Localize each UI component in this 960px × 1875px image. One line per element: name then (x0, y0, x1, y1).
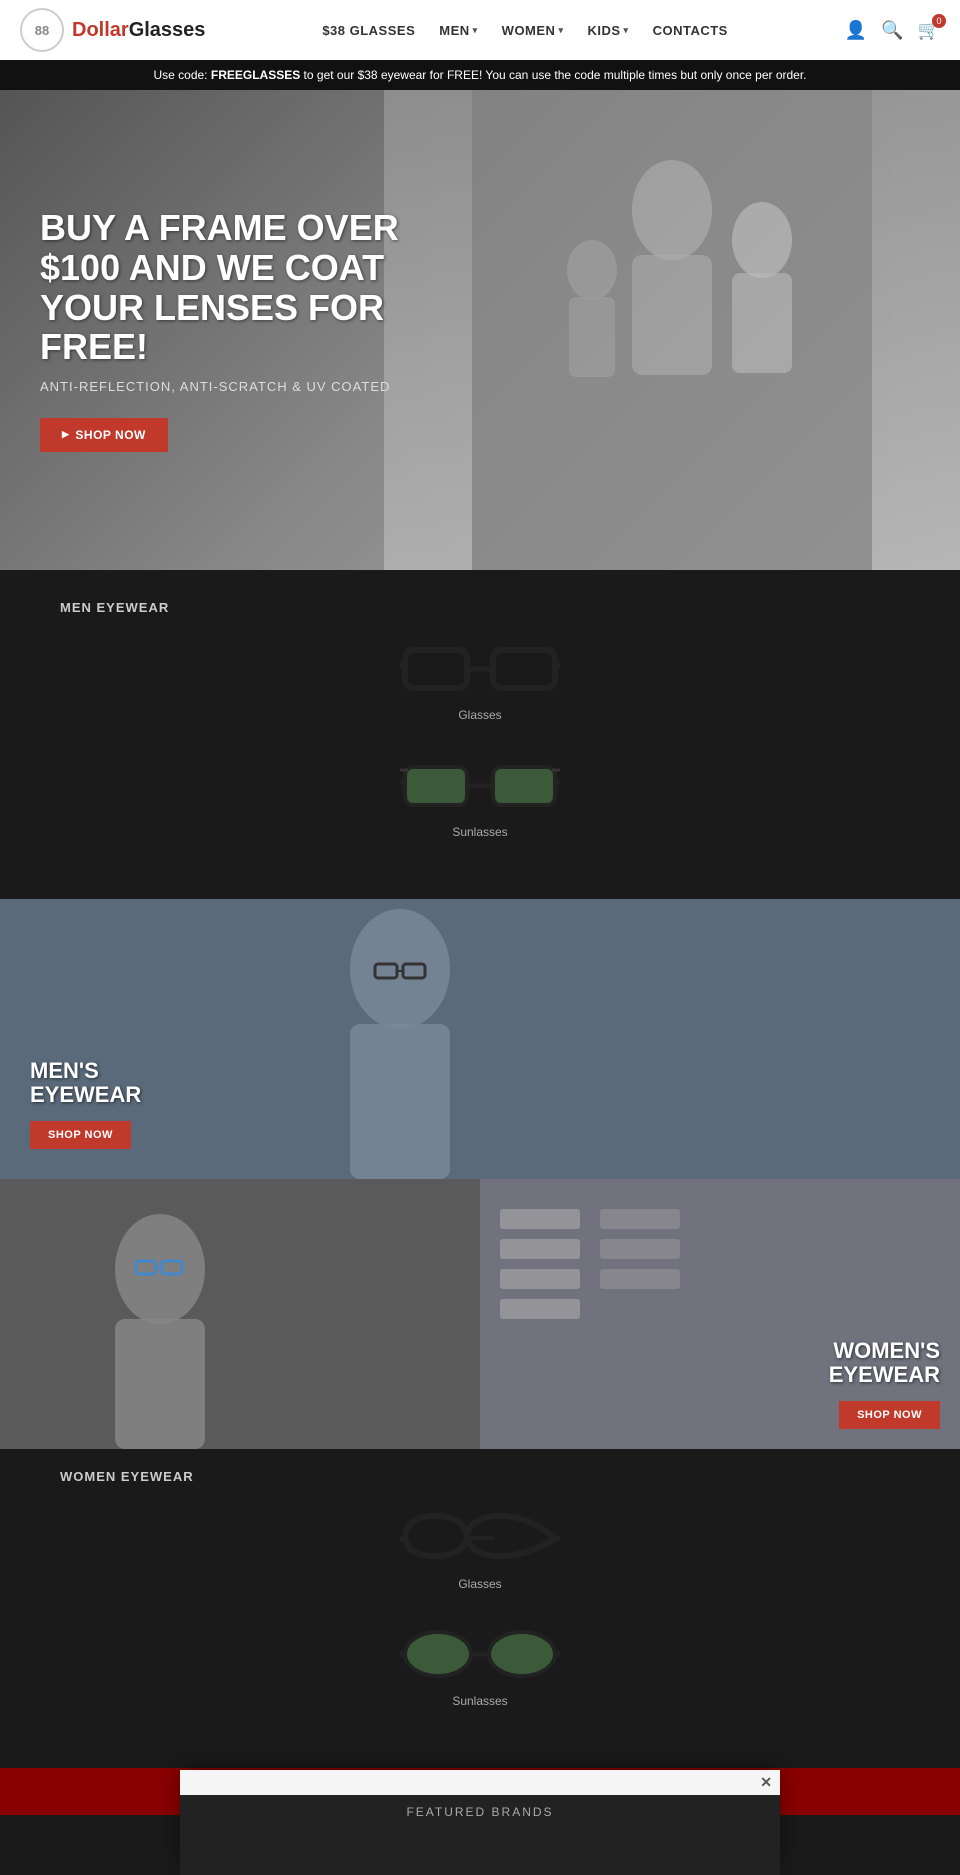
popup-body: FEATURED BRANDS (180, 1795, 780, 1875)
hero-section: BUY A FRAME OVER $100 AND WE COAT YOUR L… (0, 90, 960, 570)
nav-item-38glasses[interactable]: $38 GLASSES (322, 23, 415, 38)
men-eyewear-title: MEN EYEWEAR (60, 600, 900, 615)
logo-text: DollarGlasses (72, 19, 205, 42)
men-banner-background (0, 899, 960, 1179)
women-eyewear-title: WOMEN EYEWEAR (60, 1469, 900, 1484)
promo-code: FREEGLASSES (211, 68, 300, 82)
nav-item-kids[interactable]: KIDS ▾ (587, 23, 628, 38)
site-header: 88 DollarGlasses $38 GLASSES MEN ▾ WOMEN… (0, 0, 960, 60)
logo[interactable]: 88 DollarGlasses (20, 8, 205, 52)
account-icon[interactable]: 👤 (845, 20, 867, 41)
hero-shop-now-button[interactable]: SHOP NOW (40, 418, 168, 452)
men-sunglasses-image (400, 752, 560, 817)
nav-item-contacts[interactable]: CONTACTS (653, 23, 728, 38)
women-banner-left[interactable] (0, 1179, 480, 1449)
nav-item-women[interactable]: WOMEN ▾ (502, 23, 564, 38)
popup-header: ✕ (180, 1770, 780, 1795)
banner-grid: MEN'S EYEWEAR SHOP NOW (0, 899, 960, 1449)
men-glasses-item[interactable]: Glasses (60, 635, 900, 722)
women-glasses-item[interactable]: Glasses (60, 1504, 900, 1591)
women-glasses-label: Glasses (458, 1577, 501, 1591)
logo-icon: 88 (20, 8, 64, 52)
popup-overlay: ✕ FEATURED BRANDS (180, 1770, 780, 1875)
women-sunglasses-item[interactable]: Sunlasses (60, 1621, 900, 1708)
men-banner-title: MEN'S EYEWEAR (30, 1059, 141, 1107)
cart-icon[interactable]: 🛒 0 (918, 20, 940, 41)
women-banner-title: WOMEN'S EYEWEAR (829, 1339, 940, 1387)
hero-title: BUY A FRAME OVER $100 AND WE COAT YOUR L… (40, 208, 440, 366)
hero-subtitle: ANTI-REFLECTION, ANTI-SCRATCH & UV COATE… (40, 379, 440, 394)
popup-close-button[interactable]: ✕ (760, 1774, 772, 1791)
women-glasses-image (400, 1504, 560, 1569)
women-sunglasses-image (400, 1621, 560, 1686)
women-banner-content: WOMEN'S EYEWEAR SHOP NOW (829, 1339, 940, 1429)
search-icon[interactable]: 🔍 (881, 20, 903, 41)
popup-featured-title: FEATURED BRANDS (180, 1805, 780, 1819)
main-nav: $38 GLASSES MEN ▾ WOMEN ▾ KIDS ▾ CONTACT… (322, 23, 728, 38)
men-sunglasses-item[interactable]: Sunlasses (60, 752, 900, 839)
header-icons: 👤 🔍 🛒 0 (845, 20, 940, 41)
chevron-down-icon: ▾ (558, 25, 563, 36)
women-banner-shop-button[interactable]: SHOP NOW (839, 1401, 940, 1429)
cart-badge: 0 (932, 14, 946, 28)
women-sunglasses-label: Sunlasses (452, 1694, 507, 1708)
men-banner-shop-button[interactable]: SHOP NOW (30, 1121, 131, 1149)
women-eyewear-section: WOMEN EYEWEAR Glasses (0, 1449, 960, 1768)
men-banner[interactable]: MEN'S EYEWEAR SHOP NOW (0, 899, 960, 1179)
men-sunglasses-label: Sunlasses (452, 825, 507, 839)
men-glasses-image (400, 635, 560, 700)
chevron-down-icon: ▾ (624, 25, 629, 36)
men-eyewear-section: MEN EYEWEAR Glasses (0, 570, 960, 899)
promo-bar: Use code: FREEGLASSES to get our $38 eye… (0, 60, 960, 90)
nav-item-men[interactable]: MEN ▾ (439, 23, 477, 38)
men-glasses-label: Glasses (458, 708, 501, 722)
chevron-down-icon: ▾ (473, 25, 478, 36)
women-banner-right[interactable]: WOMEN'S EYEWEAR SHOP NOW (480, 1179, 960, 1449)
men-banner-content: MEN'S EYEWEAR SHOP NOW (30, 1059, 141, 1149)
hero-content: BUY A FRAME OVER $100 AND WE COAT YOUR L… (0, 208, 480, 451)
